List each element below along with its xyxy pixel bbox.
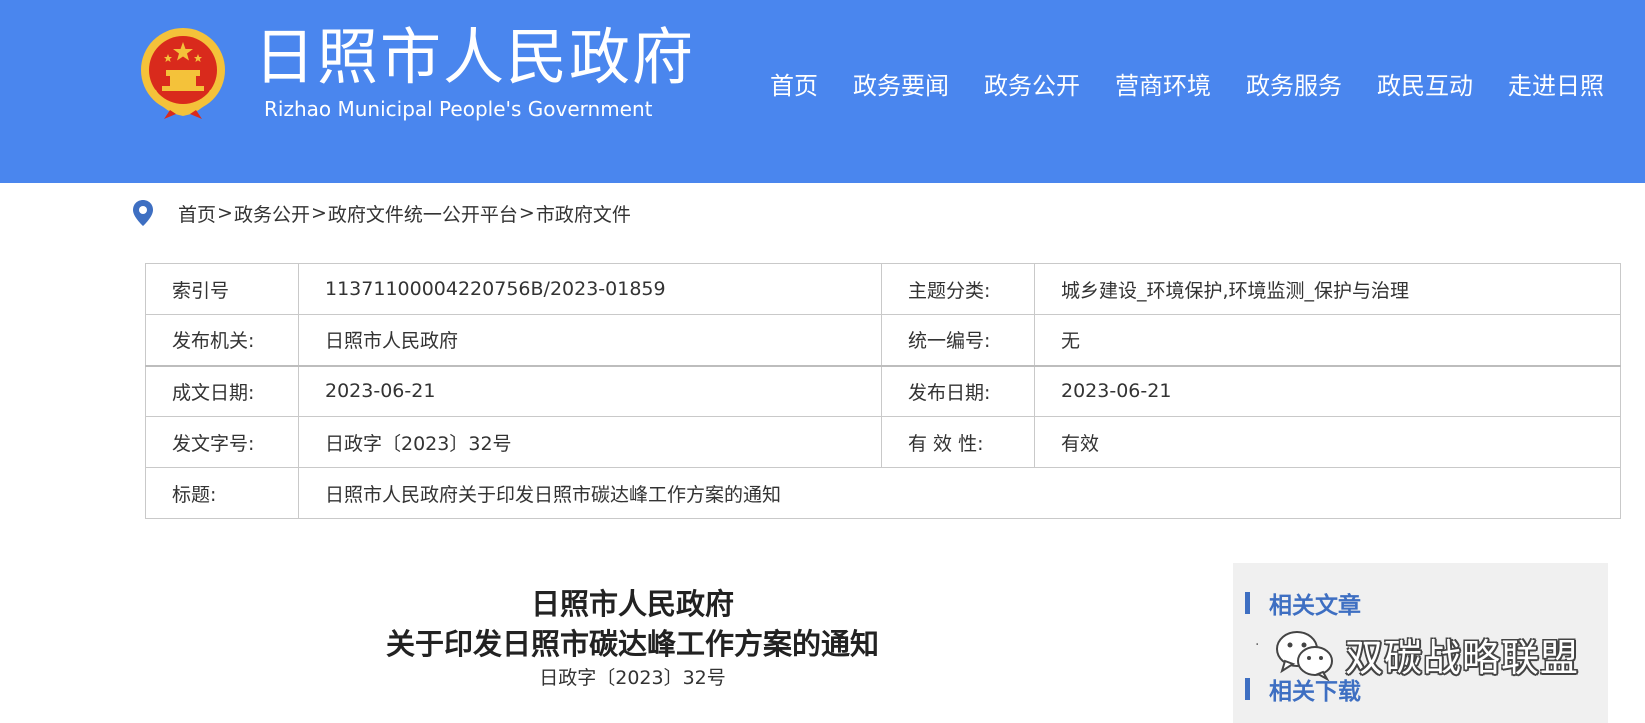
title-label: 标题: [145, 467, 299, 519]
national-emblem-icon[interactable] [140, 26, 226, 120]
breadcrumb: 首页 > 政务公开 > 政府文件统一公开平台 > 市政府文件 [132, 198, 631, 228]
topic-value: 城乡建设_环境保护,环境监测_保护与治理 [1034, 263, 1621, 315]
nav-item-disclosure[interactable]: 政务公开 [984, 66, 1080, 106]
breadcrumb-separator: > [310, 202, 327, 224]
written-date-value: 2023-06-21 [298, 364, 882, 417]
heading-accent-bar [1245, 592, 1250, 614]
breadcrumb-city-docs[interactable]: 市政府文件 [536, 200, 631, 227]
document-title-line1: 日照市人民政府 [530, 587, 734, 621]
nav-item-about[interactable]: 走进日照 [1508, 66, 1604, 106]
heading-accent-bar [1245, 678, 1250, 700]
document-info-table: 索引号 11371100004220756B/2023-01859 主题分类: … [145, 263, 1621, 519]
watermark: 双碳战略联盟 [1273, 626, 1579, 682]
publish-date-value: 2023-06-21 [1034, 364, 1621, 417]
nav-item-home[interactable]: 首页 [770, 66, 818, 106]
written-date-label: 成文日期: [145, 364, 299, 417]
index-value: 11371100004220756B/2023-01859 [298, 263, 882, 315]
table-row: 标题: 日照市人民政府关于印发日照市碳达峰工作方案的通知 [145, 467, 1621, 519]
issuer-label: 发布机关: [145, 314, 299, 366]
wechat-icon [1276, 631, 1333, 681]
publish-date-label: 发布日期: [881, 364, 1035, 417]
table-row: 发布机关: 日照市人民政府 统一编号: 无 [145, 314, 1621, 366]
location-pin-icon [133, 200, 153, 226]
document-title: 日照市人民政府 关于印发日照市碳达峰工作方案的通知 [280, 584, 985, 664]
breadcrumb-separator: > [217, 202, 233, 224]
topic-label: 主题分类: [881, 263, 1035, 315]
nav-item-services[interactable]: 政务服务 [1246, 66, 1342, 106]
breadcrumb-disclosure[interactable]: 政务公开 [234, 200, 310, 227]
table-row: 发文字号: 日政字〔2023〕32号 有 效 性: 有效 [145, 416, 1621, 468]
validity-label: 有 效 性: [881, 416, 1035, 468]
issuer-value: 日照市人民政府 [298, 314, 882, 366]
breadcrumb-separator: > [518, 202, 535, 224]
unified-number-label: 统一编号: [881, 314, 1035, 366]
nav-item-interaction[interactable]: 政民互动 [1377, 66, 1473, 106]
breadcrumb-platform[interactable]: 政府文件统一公开平台 [328, 200, 518, 227]
watermark-text: 双碳战略联盟 [1345, 635, 1580, 680]
validity-value: 有效 [1034, 416, 1621, 468]
document-number: 日政字〔2023〕32号 [539, 667, 726, 689]
index-label: 索引号 [145, 263, 299, 315]
table-row: 成文日期: 2023-06-21 发布日期: 2023-06-21 [145, 364, 1621, 417]
table-row: 索引号 11371100004220756B/2023-01859 主题分类: … [145, 263, 1621, 315]
main-nav: 首页 政务要闻 政务公开 营商环境 政务服务 政民互动 走进日照 [770, 66, 1604, 106]
document-title-line2: 关于印发日照市碳达峰工作方案的通知 [385, 627, 879, 661]
related-articles-label: 相关文章 [1269, 593, 1361, 619]
title-value: 日照市人民政府关于印发日照市碳达峰工作方案的通知 [298, 467, 1621, 519]
site-subtitle: Rizhao Municipal People's Government [264, 97, 653, 121]
unified-number-value: 无 [1034, 314, 1621, 366]
breadcrumb-home[interactable]: 首页 [178, 200, 216, 227]
site-title: 日照市人民政府 [254, 22, 696, 93]
nav-item-news[interactable]: 政务要闻 [853, 66, 949, 106]
related-articles-heading[interactable]: 相关文章 [1245, 587, 1361, 619]
site-header: 日照市人民政府 Rizhao Municipal People's Govern… [0, 0, 1645, 183]
doc-number-value: 日政字〔2023〕32号 [298, 416, 882, 468]
nav-item-business[interactable]: 营商环境 [1115, 66, 1211, 106]
doc-number-label: 发文字号: [145, 416, 299, 468]
list-bullet: · [1255, 637, 1260, 653]
